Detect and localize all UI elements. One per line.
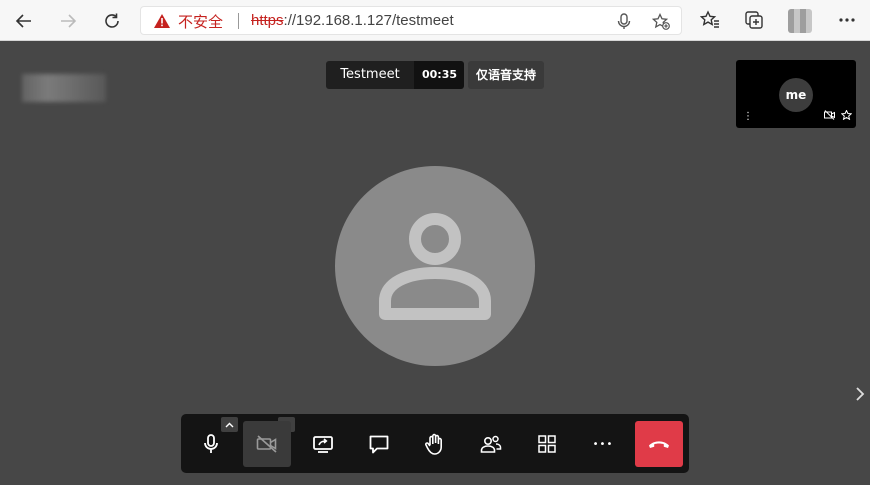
self-avatar: me [779, 78, 813, 112]
chevron-right-icon[interactable] [855, 386, 865, 402]
tile-view-button[interactable] [523, 421, 571, 467]
participants-icon [480, 435, 502, 453]
microphone-button[interactable] [187, 421, 235, 467]
profile-avatar[interactable] [788, 9, 812, 33]
share-screen-button[interactable] [299, 421, 347, 467]
arrow-right-icon [61, 14, 77, 28]
more-button[interactable]: ••• [579, 421, 627, 467]
participants-button[interactable] [467, 421, 515, 467]
watermark-logo [22, 74, 106, 102]
meeting-title-bar: Testmeet 00:35 [326, 61, 464, 89]
user-icon [379, 213, 491, 320]
hand-icon [425, 433, 442, 455]
reload-icon [105, 13, 119, 28]
back-button[interactable] [11, 8, 37, 34]
browser-toolbar: 不安全 https://192.168.1.127/testmeet [0, 0, 870, 41]
microphone-search-icon[interactable] [617, 13, 631, 30]
address-bar[interactable]: 不安全 https://192.168.1.127/testmeet [140, 6, 682, 35]
more-icon: ••• [592, 438, 614, 450]
local-video-thumbnail[interactable]: me ⋮ [736, 60, 856, 128]
grid-icon [538, 435, 556, 453]
forward-button[interactable] [55, 8, 81, 34]
camera-button[interactable] [243, 421, 291, 467]
screen-share-icon [313, 435, 333, 453]
meeting-timer: 00:35 [414, 61, 464, 89]
url-path: ://192.168.1.127/testmeet [283, 12, 454, 29]
warning-icon [154, 14, 170, 28]
participant-avatar [335, 166, 535, 366]
camera-muted-icon [824, 110, 835, 120]
moderator-star-icon [841, 110, 852, 120]
meeting-toolbar: ••• [181, 414, 689, 473]
url-scheme: https [251, 12, 284, 29]
arrow-left-icon [15, 14, 31, 28]
url-text[interactable]: https://192.168.1.127/testmeet [251, 12, 454, 29]
chat-icon [369, 435, 389, 453]
add-favorite-icon[interactable] [652, 13, 670, 30]
raise-hand-button[interactable] [411, 421, 459, 467]
audio-only-badge: 仅语音支持 [468, 61, 545, 89]
address-divider [238, 13, 239, 29]
microphone-icon [204, 434, 218, 453]
hangup-button[interactable] [635, 421, 683, 467]
camera-off-icon [256, 435, 277, 453]
thumbnail-menu-icon[interactable]: ⋮ [743, 112, 753, 122]
security-status[interactable]: 不安全 [178, 11, 223, 32]
hangup-icon [649, 441, 669, 448]
reload-button[interactable] [99, 8, 125, 34]
collections-icon[interactable] [744, 10, 764, 30]
favorites-icon[interactable] [700, 10, 720, 30]
chat-button[interactable] [355, 421, 403, 467]
meeting-title: Testmeet [326, 61, 414, 89]
settings-more-icon[interactable] [838, 10, 856, 30]
